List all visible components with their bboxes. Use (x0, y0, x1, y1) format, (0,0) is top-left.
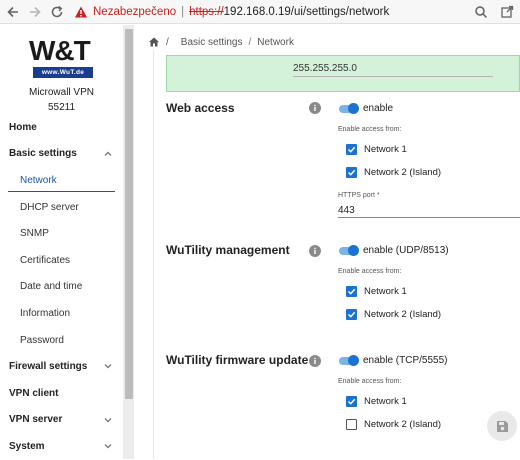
sidebar-item-label: SNMP (20, 228, 49, 240)
firmware-network2-checkbox[interactable]: Network 2 (Island) (346, 419, 441, 430)
device-name: Microwall VPN 55211 (0, 85, 123, 115)
sidebar-item-dhcp-server[interactable]: DHCP server (0, 194, 123, 221)
sidebar-item-vpn-server[interactable]: VPN server (0, 407, 123, 434)
firmware-title: WuTility firmware update (166, 353, 309, 367)
web-access-network1-checkbox[interactable]: Network 1 (346, 144, 407, 155)
logo-subtext: www.WuT.de (33, 67, 93, 78)
info-icon[interactable] (309, 245, 321, 257)
address-bar[interactable]: Nezabezpečeno | https:// 192.168.0.19/ui… (74, 2, 464, 22)
checkbox-label: Network 1 (364, 286, 407, 297)
wutility-network1-checkbox[interactable]: Network 1 (346, 286, 407, 297)
checkbox-label: Network 1 (364, 396, 407, 407)
sidebar-item-firewall-settings[interactable]: Firewall settings (0, 353, 123, 380)
sidebar-item-label: VPN client (9, 387, 59, 399)
breadcrumb-network: Network (257, 36, 294, 48)
wutility-toggle-label: enable (UDP/8513) (363, 245, 449, 256)
share-icon[interactable] (494, 1, 520, 23)
https-port-label: HTTPS port * (338, 192, 380, 199)
sidebar-item-label: System (9, 440, 45, 452)
subnet-mask-underline (293, 76, 493, 77)
sidebar-menu: Home Basic settings Network DHCP server … (0, 114, 123, 460)
url-path: 192.168.0.19/ui/settings/network (223, 5, 390, 18)
checkbox-checked-icon (346, 396, 357, 407)
sidebar-item-label: Basic settings (9, 148, 77, 160)
save-button[interactable] (487, 411, 517, 441)
sidebar-item-label: Certificates (20, 254, 71, 266)
web-access-toggle-label: enable (363, 103, 394, 114)
checkbox-label: Network 2 (Island) (364, 167, 442, 178)
checkbox-label: Network 1 (364, 144, 407, 155)
checkbox-unchecked-icon (346, 419, 357, 430)
wutility-network2-checkbox[interactable]: Network 2 (Island) (346, 309, 441, 320)
sidebar-item-home[interactable]: Home (0, 114, 123, 141)
wutility-from-label: Enable access from: (338, 268, 402, 275)
checkbox-label: Network 2 (Island) (364, 419, 442, 430)
checkbox-checked-icon (346, 144, 357, 155)
sidebar-item-network[interactable]: Network (0, 167, 123, 194)
info-icon[interactable] (309, 102, 321, 114)
chevron-down-icon (104, 364, 112, 369)
sidebar-item-date-time[interactable]: Date and time (0, 274, 123, 301)
sidebar-item-snmp[interactable]: SNMP (0, 220, 123, 247)
wutility-toggle[interactable] (337, 245, 359, 256)
chevron-up-icon (104, 151, 112, 156)
url-separator: | (181, 5, 185, 18)
zoom-search-icon[interactable] (468, 1, 494, 23)
firmware-from-label: Enable access from: (338, 378, 402, 385)
firmware-toggle-label: enable (TCP/5555) (363, 355, 448, 366)
back-icon[interactable] (2, 1, 24, 23)
content-divider (153, 50, 154, 459)
checkbox-checked-icon (346, 309, 357, 320)
warning-icon (75, 6, 87, 17)
forward-icon[interactable] (24, 1, 46, 23)
firmware-toggle[interactable] (337, 355, 359, 366)
sidebar-item-label: Date and time (20, 281, 83, 293)
sidebar-item-label: Information (20, 307, 71, 319)
save-icon (496, 420, 508, 432)
sidebar-item-basic-settings[interactable]: Basic settings (0, 141, 123, 168)
checkbox-checked-icon (346, 286, 357, 297)
url-scheme: https:// (189, 5, 224, 18)
sidebar-item-label: DHCP server (20, 201, 79, 213)
chevron-down-icon (104, 417, 112, 422)
web-access-toggle[interactable] (337, 103, 359, 114)
device-model: Microwall VPN (28, 87, 94, 98)
insecure-label: Nezabezpečeno (93, 5, 177, 18)
https-port-input[interactable]: 443 (338, 205, 355, 216)
breadcrumb: / Basic settings / Network (148, 34, 294, 50)
sidebar-item-password[interactable]: Password (0, 327, 123, 354)
breadcrumb-separator: / (248, 36, 252, 48)
wutility-title: WuTility management (166, 243, 290, 257)
sidebar-scrollbar-thumb[interactable] (125, 29, 133, 399)
breadcrumb-separator: / (166, 36, 169, 48)
device-id: 55211 (47, 102, 76, 113)
https-port-underline (338, 217, 520, 218)
sidebar-item-vpn-client[interactable]: VPN client (0, 380, 123, 407)
sidebar-item-label: Network (20, 174, 57, 186)
wut-logo: W&T www.WuT.de (27, 35, 97, 85)
firmware-network1-checkbox[interactable]: Network 1 (346, 396, 407, 407)
web-access-network2-checkbox[interactable]: Network 2 (Island) (346, 167, 441, 178)
reload-icon[interactable] (46, 1, 68, 23)
subnet-mask-value[interactable]: 255.255.255.0 (293, 63, 357, 74)
home-icon[interactable] (148, 36, 160, 48)
sidebar-item-label: VPN server (9, 414, 63, 426)
sidebar-item-system[interactable]: System (0, 433, 123, 460)
browser-toolbar: Nezabezpečeno | https:// 192.168.0.19/ui… (0, 0, 520, 24)
checkbox-label: Network 2 (Island) (364, 309, 442, 320)
checkbox-checked-icon (346, 167, 357, 178)
chevron-down-icon (104, 444, 112, 449)
web-access-title: Web access (166, 101, 235, 115)
sidebar-item-label: Firewall settings (9, 361, 88, 373)
sidebar-item-certificates[interactable]: Certificates (0, 247, 123, 274)
logo-text: W&T (29, 35, 91, 66)
sidebar-item-label: Password (20, 334, 64, 346)
web-access-from-label: Enable access from: (338, 126, 402, 133)
sidebar-item-information[interactable]: Information (0, 300, 123, 327)
breadcrumb-basic-settings[interactable]: Basic settings (181, 37, 243, 48)
info-icon[interactable] (309, 355, 321, 367)
sidebar-item-label: Home (9, 121, 37, 133)
sidebar: W&T www.WuT.de Microwall VPN 55211 Home … (0, 25, 123, 459)
